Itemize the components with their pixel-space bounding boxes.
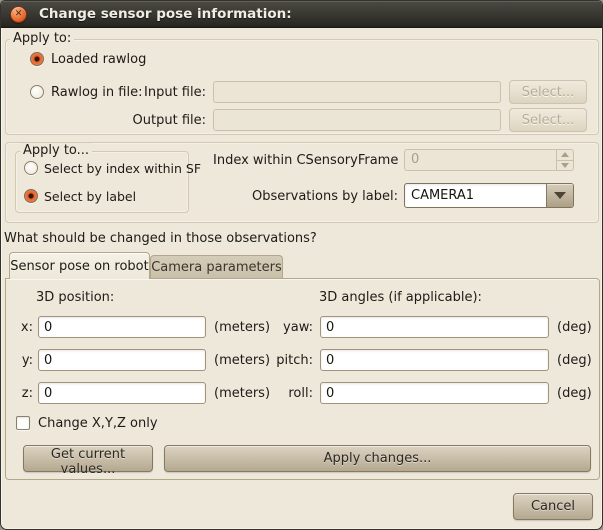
- output-file-field[interactable]: [213, 109, 501, 131]
- spinner-down-button[interactable]: [557, 160, 573, 171]
- roll-label: roll:: [269, 386, 313, 401]
- radio-select-by-label-label[interactable]: Select by label: [44, 189, 136, 204]
- spinner-up-button[interactable]: [557, 150, 573, 160]
- change-xyz-only-label[interactable]: Change X,Y,Z only: [38, 416, 158, 431]
- x-input[interactable]: [38, 316, 206, 338]
- x-unit-label: (meters): [214, 320, 270, 335]
- input-file-label: Input file:: [121, 85, 206, 100]
- radio-select-by-index[interactable]: [24, 161, 38, 175]
- input-file-field[interactable]: [213, 81, 501, 103]
- observations-combo-value: CAMERA1: [411, 188, 474, 203]
- y-unit-label: (meters): [214, 353, 270, 368]
- select-input-file-button[interactable]: Select...: [509, 80, 587, 104]
- apply-to-legend: Apply to:: [10, 31, 74, 46]
- yaw-input[interactable]: [320, 316, 549, 338]
- y-label: y:: [9, 353, 33, 368]
- close-button[interactable]: ✕: [10, 6, 27, 23]
- index-spinner[interactable]: 0: [404, 149, 574, 171]
- apply-to-mode-legend: Apply to...: [20, 143, 92, 158]
- chevron-down-icon: [554, 192, 566, 199]
- apply-changes-button[interactable]: Apply changes...: [164, 445, 591, 472]
- question-label: What should be changed in those observat…: [4, 231, 317, 246]
- yaw-unit-label: (deg): [557, 320, 592, 335]
- select-output-file-button[interactable]: Select...: [509, 108, 587, 132]
- z-label: z:: [9, 386, 33, 401]
- change-xyz-only-checkbox[interactable]: [16, 416, 30, 430]
- tab-sensor-pose-on-robot[interactable]: Sensor pose on robot: [9, 252, 150, 279]
- radio-loaded-rawlog[interactable]: [30, 52, 44, 66]
- observations-by-label-label: Observations by label:: [213, 189, 398, 204]
- radio-select-by-index-label[interactable]: Select by index within SF: [44, 161, 201, 176]
- radio-loaded-rawlog-label[interactable]: Loaded rawlog: [51, 52, 146, 67]
- yaw-label: yaw:: [269, 320, 313, 335]
- x-label: x:: [9, 320, 33, 335]
- get-current-values-button[interactable]: Get current values...: [23, 445, 153, 472]
- pitch-input[interactable]: [320, 349, 549, 371]
- pitch-label: pitch:: [269, 353, 313, 368]
- titlebar[interactable]: ✕ Change sensor pose information:: [1, 1, 602, 28]
- roll-input[interactable]: [320, 382, 549, 404]
- dialog-window: ✕ Change sensor pose information: Apply …: [0, 0, 603, 530]
- z-unit-label: (meters): [214, 386, 270, 401]
- radio-select-by-label[interactable]: [24, 189, 38, 203]
- observations-combo[interactable]: CAMERA1: [404, 183, 574, 208]
- 3d-position-title: 3D position:: [36, 290, 114, 305]
- 3d-angles-title: 3D angles (if applicable):: [319, 290, 482, 305]
- close-icon: ✕: [11, 7, 26, 22]
- arrow-down-icon: [561, 163, 569, 168]
- combo-dropdown-button[interactable]: [546, 184, 573, 207]
- index-spinner-value: 0: [411, 152, 419, 167]
- pitch-unit-label: (deg): [557, 353, 592, 368]
- radio-rawlog-in-file[interactable]: [30, 85, 44, 99]
- arrow-up-icon: [561, 152, 569, 157]
- y-input[interactable]: [38, 349, 206, 371]
- roll-unit-label: (deg): [557, 386, 592, 401]
- index-within-csensoryframe-label: Index within CSensoryFrame: [213, 153, 398, 168]
- z-input[interactable]: [38, 382, 206, 404]
- cancel-button[interactable]: Cancel: [513, 493, 593, 520]
- window-title: Change sensor pose information:: [39, 1, 292, 28]
- output-file-label: Output file:: [121, 113, 206, 128]
- spinner-buttons: [556, 150, 573, 170]
- tab-camera-parameters[interactable]: Camera parameters: [150, 255, 283, 279]
